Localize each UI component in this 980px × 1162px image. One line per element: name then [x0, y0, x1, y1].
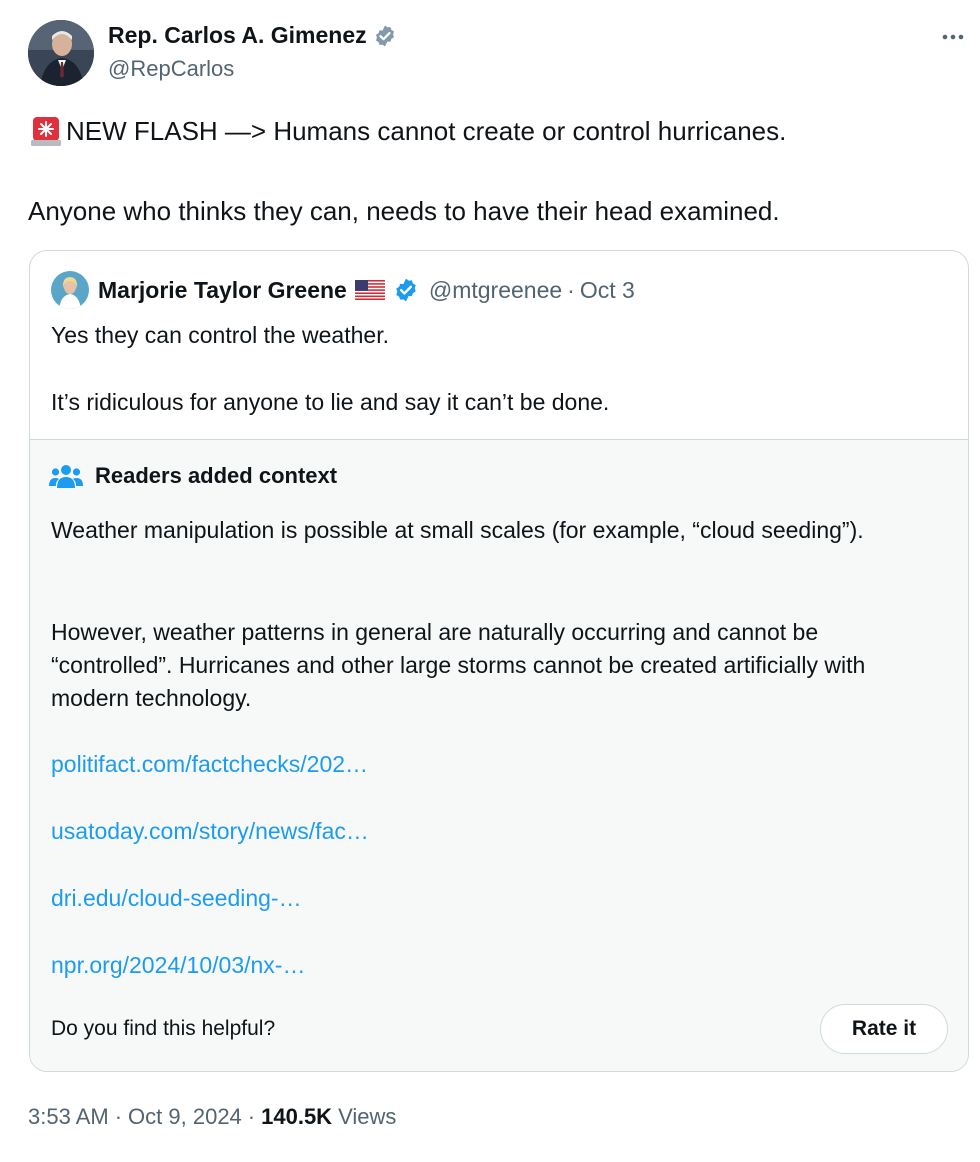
verified-badge-icon — [375, 25, 394, 46]
source-link-politifact[interactable]: politifact.com/factchecks/202… — [51, 751, 368, 778]
community-note-title: Readers added context — [95, 463, 338, 488]
author-handle[interactable]: @RepCarlos — [108, 56, 234, 82]
quoted-tweet-header: Marjorie Taylor Greene @mtgreenee · Oct … — [51, 271, 635, 309]
tweet-text-2: Anyone who thinks they can, needs to hav… — [28, 196, 780, 226]
views-count[interactable]: 140.5K — [261, 1104, 332, 1130]
people-icon — [49, 465, 83, 488]
author-name[interactable]: Rep. Carlos A. Gimenez — [108, 22, 367, 49]
us-flag-icon — [354, 280, 385, 300]
quoted-author-avatar[interactable] — [51, 271, 89, 309]
quoted-tweet-text-2: It’s ridiculous for anyone to lie and sa… — [51, 389, 610, 415]
source-link-dri[interactable]: dri.edu/cloud-seeding-… — [51, 885, 302, 912]
tweet-footer: 3:53 AM · Oct 9, 2024 · 140.5K Views — [28, 1104, 396, 1130]
source-link-npr[interactable]: npr.org/2024/10/03/nx-… — [51, 952, 305, 979]
views-label: Views — [338, 1104, 397, 1129]
community-note-header: Readers added context — [49, 462, 337, 490]
tweet-text-line-1: NEW FLASH —> Humans cannot create or con… — [28, 113, 786, 149]
quoted-tweet-text-1: Yes they can control the weather. — [51, 322, 389, 348]
author-name-row[interactable]: Rep. Carlos A. Gimenez — [108, 22, 397, 49]
rate-it-button[interactable]: Rate it — [820, 1004, 948, 1054]
tweet: Rep. Carlos A. Gimenez @RepCarlos NEW FL… — [0, 0, 980, 1162]
footer-separator: · — [114, 1104, 123, 1129]
author-avatar[interactable] — [28, 20, 94, 86]
community-note: Readers added context Weather manipulati… — [30, 439, 968, 1071]
helpful-question: Do you find this helpful? — [51, 1017, 276, 1040]
meta-separator: · — [567, 276, 575, 303]
quoted-author-name[interactable]: Marjorie Taylor Greene — [98, 277, 347, 304]
verified-badge-icon — [396, 278, 416, 302]
tweet-time[interactable]: 3:53 AM — [28, 1104, 109, 1130]
quoted-tweet-date[interactable]: Oct 3 — [580, 277, 635, 304]
siren-icon — [31, 117, 61, 146]
community-note-paragraph-2: However, weather patterns in general are… — [51, 619, 866, 711]
tweet-date[interactable]: Oct 9, 2024 — [128, 1104, 242, 1130]
tweet-text-1: NEW FLASH —> Humans cannot create or con… — [66, 116, 787, 146]
community-note-paragraph-1: Weather manipulation is possible at smal… — [51, 517, 864, 543]
quoted-author-handle[interactable]: @mtgreenee — [429, 277, 562, 304]
quoted-tweet[interactable]: Marjorie Taylor Greene @mtgreenee · Oct … — [29, 250, 969, 1072]
footer-separator: · — [247, 1104, 256, 1129]
more-options-icon[interactable] — [940, 24, 966, 50]
source-link-usatoday[interactable]: usatoday.com/story/news/fac… — [51, 818, 369, 845]
